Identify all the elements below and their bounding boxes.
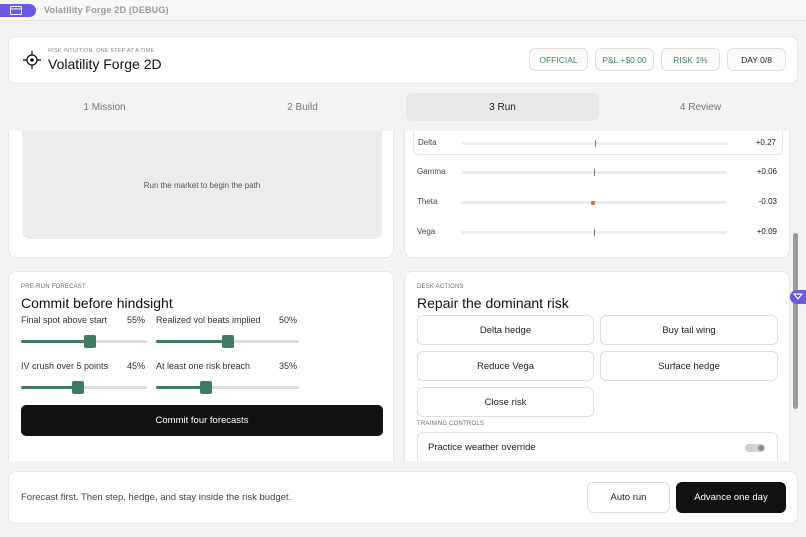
forecast-slider-spot[interactable] <box>21 335 147 348</box>
greek-bar <box>461 169 727 176</box>
slider-fill <box>156 340 228 343</box>
greek-row-vega: Vega +0.09 <box>405 220 789 244</box>
delta-hedge-button[interactable]: Delta hedge <box>417 315 594 345</box>
forecast-label: IV crush over 5 points <box>21 361 109 371</box>
chevron-down-icon <box>793 293 803 300</box>
greek-marker <box>595 140 596 147</box>
forecast-percent: 45% <box>127 361 146 371</box>
forecast-panel: PRE-RUN FORECAST Commit before hindsight… <box>8 271 394 461</box>
surface-hedge-button[interactable]: Surface hedge <box>600 351 778 381</box>
forecast-slider-vol[interactable] <box>156 335 299 348</box>
side-drawer-handle[interactable] <box>790 290 806 304</box>
greek-bar <box>462 140 728 147</box>
forecast-slider-iv[interactable] <box>21 381 147 394</box>
greek-name: Theta <box>417 197 438 206</box>
forecast-slider-breach[interactable] <box>156 381 299 394</box>
forecast-label: Final spot above start <box>21 315 108 325</box>
forecast-percent: 55% <box>127 315 146 325</box>
auto-run-button[interactable]: Auto run <box>587 482 670 513</box>
close-risk-button[interactable]: Close risk <box>417 387 594 417</box>
commit-forecasts-button[interactable]: Commit four forecasts <box>21 405 383 436</box>
scrollbar-thumb[interactable] <box>793 233 798 409</box>
slider-fill <box>156 386 207 389</box>
forecast-label: Realized vol beats implied <box>156 315 261 325</box>
toggle-knob <box>758 445 764 451</box>
slider-handle[interactable] <box>200 381 213 394</box>
greek-marker <box>594 229 595 236</box>
greek-row-theta: Theta -0.03 <box>405 190 789 214</box>
window-icon <box>10 6 22 15</box>
reduce-vega-button[interactable]: Reduce Vega <box>417 351 594 381</box>
weather-override-toggle[interactable] <box>745 444 765 452</box>
forecast-eyebrow: PRE-RUN FORECAST <box>21 284 86 290</box>
app-icon-chip[interactable] <box>0 4 36 17</box>
window-title: Volatility Forge 2D (DEBUG) <box>44 5 169 15</box>
greek-value: +0.27 <box>755 138 776 147</box>
tab-mission[interactable]: 1 Mission <box>8 93 201 121</box>
greek-row-gamma: Gamma +0.06 <box>405 160 789 184</box>
tab-review[interactable]: 4 Review <box>604 93 797 121</box>
app-header: RISK INTUITION, ONE STEP AT A TIME Volat… <box>8 36 798 84</box>
slider-fill <box>21 386 78 389</box>
title-bar: Volatility Forge 2D (DEBUG) <box>0 0 806 21</box>
desk-title: Repair the dominant risk <box>417 295 569 311</box>
greek-value: +0.09 <box>756 227 777 236</box>
weather-override-label: Practice weather override <box>428 442 536 453</box>
buy-tail-wing-button[interactable]: Buy tail wing <box>600 315 778 345</box>
greek-bar <box>461 229 727 236</box>
greek-marker <box>594 169 595 176</box>
step-tabs: 1 Mission 2 Build 3 Run 4 Review <box>8 93 798 121</box>
greek-name: Vega <box>417 227 436 236</box>
greek-row-delta: Delta +0.27 <box>413 131 783 155</box>
desk-eyebrow: DESK ACTIONS <box>417 284 464 290</box>
footer-bar: Forecast first. Then step, hedge, and st… <box>8 471 798 524</box>
greek-value: -0.03 <box>758 197 777 206</box>
slider-handle[interactable] <box>71 381 84 394</box>
advance-day-button[interactable]: Advance one day <box>676 482 786 513</box>
greek-name: Gamma <box>417 167 446 176</box>
greek-marker <box>591 200 596 205</box>
training-eyebrow: TRAINING CONTROLS <box>417 421 485 427</box>
header-eyebrow: RISK INTUITION, ONE STEP AT A TIME <box>48 48 155 54</box>
greek-bar <box>461 200 727 205</box>
app-title: Volatility Forge 2D <box>48 56 162 72</box>
path-placeholder: Run the market to begin the path <box>143 180 261 190</box>
official-badge: OFFICIAL <box>529 48 588 71</box>
footer-hint: Forecast first. Then step, hedge, and st… <box>21 492 292 503</box>
forecast-label: At least one risk breach <box>156 361 251 371</box>
slider-fill <box>21 340 91 343</box>
greek-name: Delta <box>418 138 437 147</box>
forecast-percent: 35% <box>279 361 298 371</box>
pnl-badge: P&L +$0.00 <box>595 48 654 71</box>
slider-handle[interactable] <box>221 335 234 348</box>
desk-actions-panel: DESK ACTIONS Repair the dominant risk De… <box>404 271 790 461</box>
crosshair-logo-icon <box>23 51 41 69</box>
weather-override-row: Practice weather override <box>417 432 778 461</box>
tab-build[interactable]: 2 Build <box>206 93 399 121</box>
path-canvas: Run the market to begin the path <box>22 131 382 239</box>
slider-handle[interactable] <box>84 335 97 348</box>
greeks-panel: Delta +0.27 Gamma +0.06 Theta -0.03 Vega… <box>404 131 790 258</box>
forecast-title: Commit before hindsight <box>21 295 173 311</box>
tab-run[interactable]: 3 Run <box>406 93 599 121</box>
day-badge: DAY 0/8 <box>727 48 786 71</box>
risk-badge: RISK 1% <box>661 48 720 71</box>
greek-value: +0.06 <box>756 167 777 176</box>
forecast-percent: 50% <box>279 315 298 325</box>
path-panel: Run the market to begin the path <box>8 131 394 258</box>
